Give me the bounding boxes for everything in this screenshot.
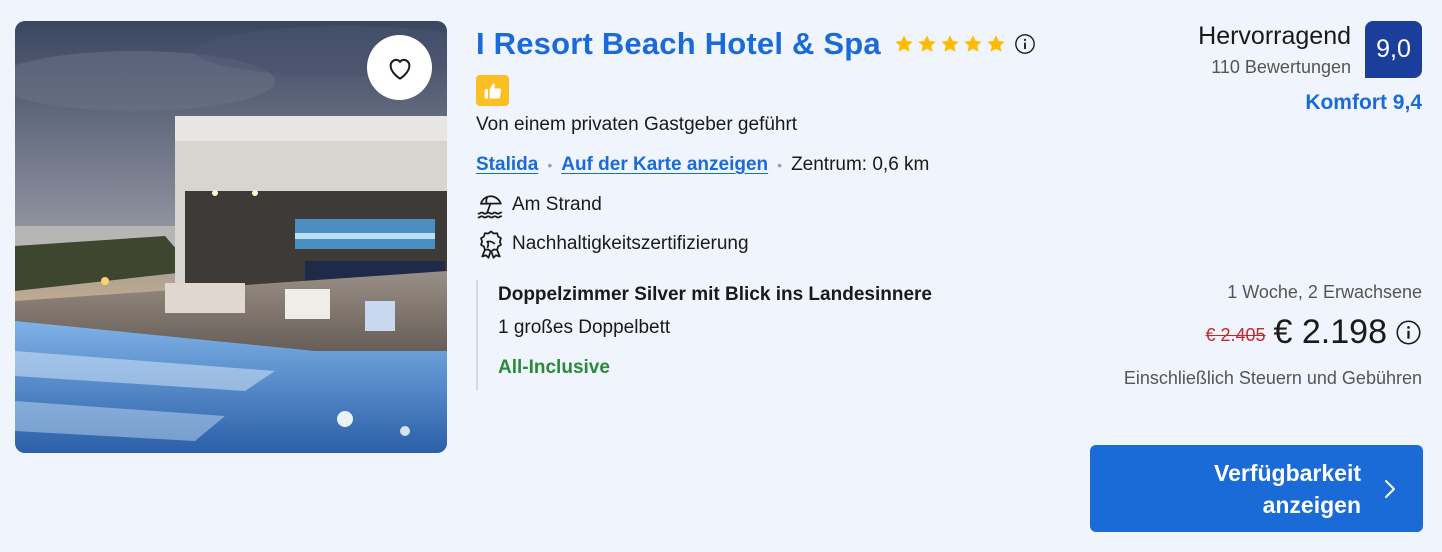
room-details: Doppelzimmer Silver mit Blick ins Landes… [476,280,1036,390]
feature-label: Nachhaltigkeitszertifizierung [512,233,749,254]
favorite-button[interactable] [367,35,432,100]
separator-dot: • [777,157,783,173]
separator-dot: • [547,157,553,173]
show-on-map-link[interactable]: Auf der Karte anzeigen [561,154,768,176]
board-type: All-Inclusive [498,357,610,378]
certificate-badge-icon [476,229,506,259]
feature-label: Am Strand [512,194,602,215]
button-label: Verfügbarkeit anzeigen [1214,459,1361,518]
chevron-right-icon [1383,478,1397,500]
distance-to-center: Zentrum: 0,6 km [791,154,930,175]
stay-info: 1 Woche, 2 Erwachsene [1227,282,1422,302]
taxes-note: Einschließlich Steuern und Gebühren [1123,368,1422,388]
info-icon[interactable] [1014,33,1036,55]
star-rating [893,33,1007,55]
review-count[interactable]: 110 Bewertungen [1211,57,1351,78]
beach-umbrella-icon [476,190,506,220]
star-icon [987,35,1005,52]
current-price: € 2.198 [1273,313,1387,351]
location-link[interactable]: Stalida [476,154,538,176]
rating-label: Hervorragend [1198,22,1351,50]
feature-sustainability: Nachhaltigkeitszertifizierung [476,229,749,259]
location-row: Stalida • Auf der Karte anzeigen • Zentr… [476,154,929,176]
room-name: Doppelzimmer Silver mit Blick ins Landes… [498,284,932,305]
hotel-title-row: I Resort Beach Hotel & Spa [476,26,1036,62]
heart-icon [385,53,415,83]
thumbs-up-icon[interactable] [476,75,509,106]
show-availability-button[interactable]: Verfügbarkeit anzeigen [1090,445,1423,532]
price-row: € 2.405 € 2.198 [1205,313,1422,352]
original-price: € 2.405 [1205,325,1266,345]
info-icon[interactable] [1395,319,1422,346]
host-info: Von einem privaten Gastgeber geführt [476,114,798,135]
star-icon [895,35,913,52]
comfort-score: Komfort 9,4 [1305,91,1422,114]
star-icon [941,35,959,52]
star-icon [964,35,982,52]
review-score-badge[interactable]: 9,0 [1365,21,1422,78]
hotel-name-link[interactable]: I Resort Beach Hotel & Spa [476,26,881,62]
feature-beach: Am Strand [476,190,602,220]
star-icon [918,35,936,52]
bed-type: 1 großes Doppelbett [498,317,671,338]
